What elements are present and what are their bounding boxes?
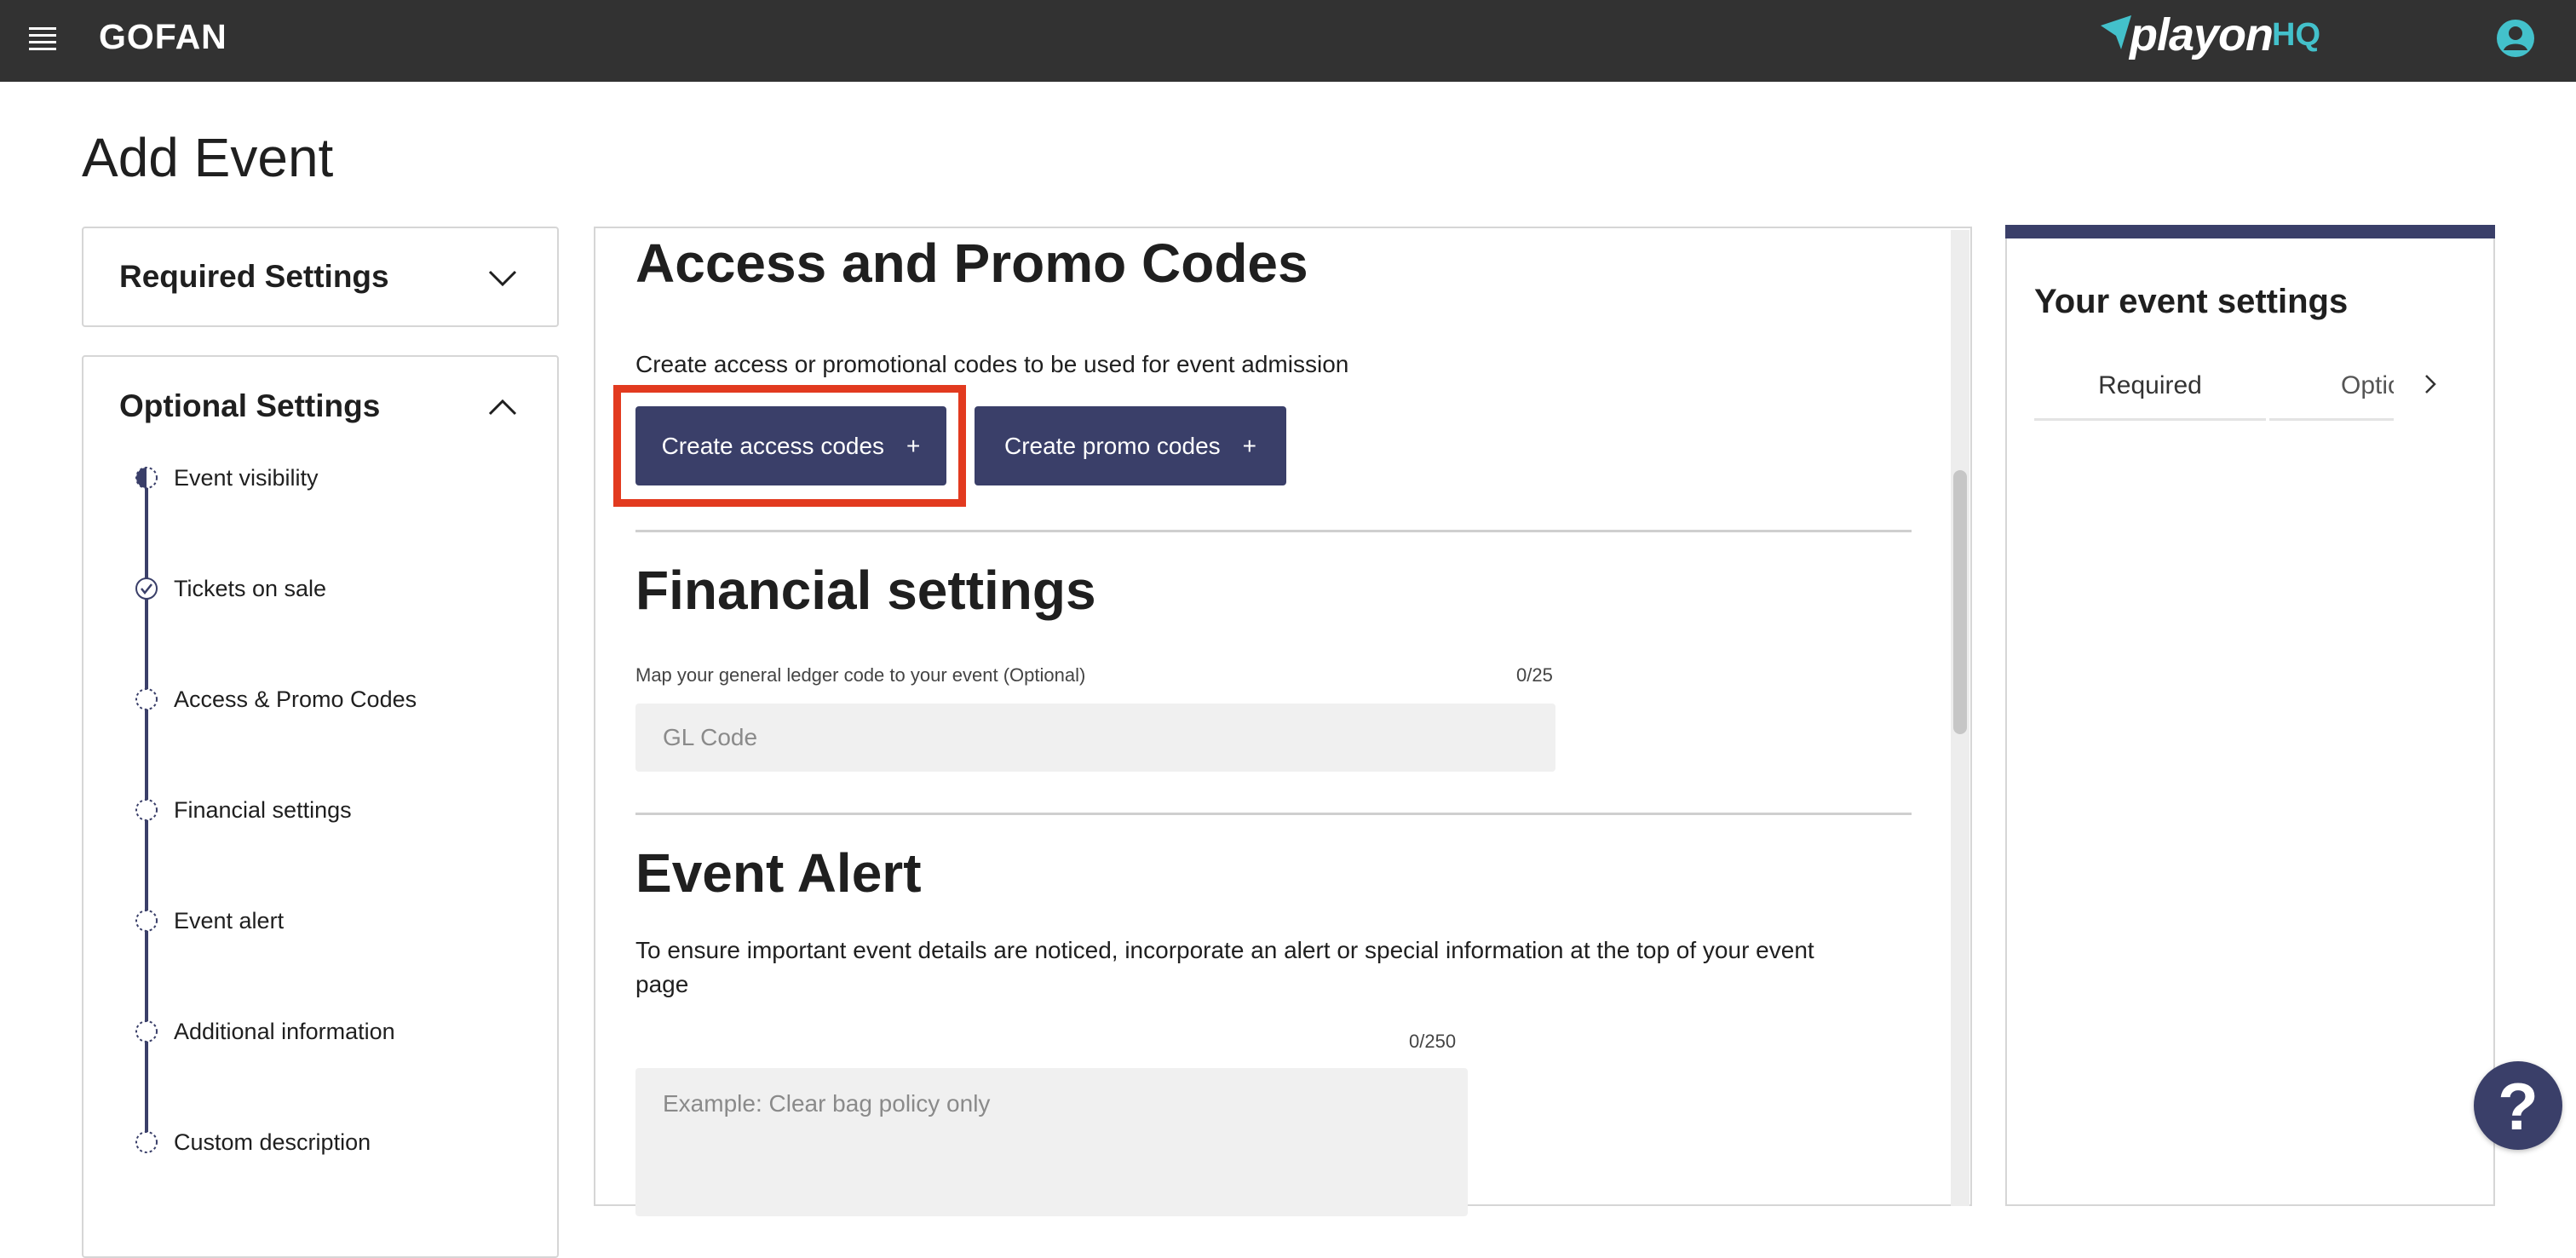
step-additional-information[interactable]: Additional information — [174, 1019, 395, 1045]
event-alert-description-line2: page — [635, 971, 689, 997]
step-custom-description[interactable]: Custom description — [174, 1129, 371, 1156]
optional-settings-title: Optional Settings — [119, 388, 381, 423]
question-mark-icon: ? — [2498, 1069, 2539, 1144]
help-button[interactable]: ? — [2474, 1061, 2562, 1150]
user-avatar-icon[interactable] — [2496, 19, 2535, 58]
create-access-codes-button[interactable]: Create access codes + — [635, 406, 946, 485]
plus-icon: + — [906, 432, 921, 459]
access-promo-description: Create access or promotional codes to be… — [635, 351, 1349, 377]
plus-icon: + — [1242, 432, 1257, 459]
dashed-circle-icon — [135, 799, 158, 821]
required-settings-panel[interactable]: Required Settings — [82, 227, 559, 327]
create-access-codes-label: Create access codes — [661, 432, 885, 459]
chevron-right-icon[interactable] — [2418, 371, 2443, 397]
half-circle-progress-icon — [135, 467, 158, 489]
event-alert-description-line1: To ensure important event details are no… — [635, 937, 1814, 963]
create-promo-codes-label: Create promo codes — [1003, 432, 1221, 459]
scrollbar-thumb[interactable] — [1953, 470, 1967, 734]
check-circle-icon — [135, 577, 158, 600]
chevron-down-icon[interactable] — [487, 269, 518, 288]
section-divider — [635, 530, 1912, 532]
access-promo-title: Access and Promo Codes — [635, 233, 1308, 294]
dashed-circle-icon — [135, 1131, 158, 1153]
playon-logo-text: playon — [2130, 9, 2274, 60]
step-event-alert[interactable]: Event alert — [174, 908, 284, 934]
step-access-promo-codes[interactable]: Access & Promo Codes — [174, 686, 417, 713]
tab-optional[interactable]: Optional — [2269, 371, 2394, 421]
summary-card-accent-bar — [2005, 225, 2495, 238]
required-settings-title: Required Settings — [119, 259, 389, 294]
playon-hq-text: HQ — [2272, 17, 2320, 53]
chevron-up-icon[interactable] — [487, 398, 518, 416]
gl-code-counter: 0/25 — [1516, 664, 1553, 686]
gl-code-input[interactable]: GL Code — [635, 704, 1555, 772]
dashed-circle-icon — [135, 910, 158, 932]
step-event-visibility[interactable]: Event visibility — [174, 465, 319, 491]
event-alert-textarea[interactable]: Example: Clear bag policy only — [635, 1068, 1468, 1216]
create-promo-codes-button[interactable]: Create promo codes + — [975, 406, 1286, 485]
event-alert-counter: 0/250 — [1409, 1031, 1457, 1052]
section-divider — [635, 813, 1912, 815]
brand-name[interactable]: GOFAN — [99, 17, 227, 57]
summary-title: Your event settings — [2034, 283, 2349, 320]
dashed-circle-icon — [135, 1020, 158, 1043]
gl-code-label: Map your general ledger code to your eve… — [635, 664, 1086, 686]
tab-required[interactable]: Required — [2034, 371, 2266, 421]
dashed-circle-icon — [135, 688, 158, 710]
event-alert-placeholder: Example: Clear bag policy only — [663, 1090, 991, 1117]
step-tickets-on-sale[interactable]: Tickets on sale — [174, 576, 326, 602]
hamburger-menu-icon[interactable] — [29, 26, 56, 51]
page-title: Add Event — [82, 127, 334, 188]
event-alert-title: Event Alert — [635, 842, 922, 904]
financial-settings-title: Financial settings — [635, 560, 1096, 621]
step-financial-settings[interactable]: Financial settings — [174, 797, 352, 824]
gl-code-placeholder: GL Code — [663, 724, 758, 750]
